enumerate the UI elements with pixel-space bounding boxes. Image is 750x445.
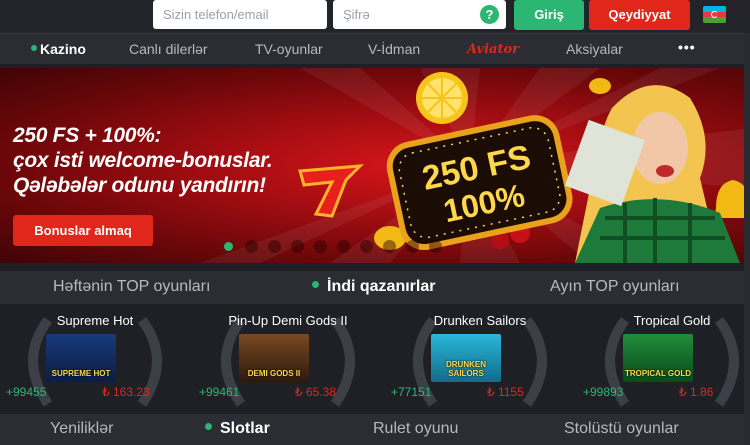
banner-pager-dot[interactable]	[245, 240, 258, 253]
winner-id: +99893	[583, 385, 624, 399]
win-amount: ₺ 163.23	[102, 385, 150, 399]
tab-slots[interactable]: Slotlar	[205, 420, 270, 438]
winners-tabs: Həftənin TOP oyunları İndi qazanırlar Ay…	[0, 271, 750, 304]
auth-bar: Sizin telefon/email Şifrə ? Giriş Qeydiy…	[0, 0, 750, 33]
page-scrollbar[interactable]	[744, 33, 750, 445]
banner-pager-dot[interactable]	[337, 240, 350, 253]
winner-id: +99455	[6, 385, 47, 399]
banner-line-1: 250 FS + 100%:	[13, 124, 162, 147]
banner-line-2: çox isti welcome-bonuslar.	[13, 149, 273, 172]
tab-winning-now[interactable]: İndi qazanırlar	[312, 278, 435, 296]
winner-card[interactable]: Supreme Hot SUPREME HOT +99455 ₺ 163.23	[0, 304, 190, 411]
active-dot-icon	[31, 45, 37, 52]
nav-item-kazino[interactable]: Kazino	[31, 41, 86, 57]
game-thumbnail[interactable]: TROPICAL GOLD	[623, 334, 693, 382]
winners-list: Supreme Hot SUPREME HOT +99455 ₺ 163.23 …	[0, 304, 750, 411]
winner-card[interactable]: Drunken Sailors DRUNKEN SAILORS +77151 ₺…	[385, 304, 575, 411]
get-bonuses-button[interactable]: Bonuslar almaq	[13, 215, 153, 246]
tab-label: Slotlar	[220, 420, 270, 437]
active-dot-icon	[205, 423, 212, 431]
password-help-icon[interactable]: ?	[480, 5, 499, 24]
nav-item-promotions[interactable]: Aksiyalar	[566, 41, 623, 57]
game-name: Supreme Hot	[56, 313, 134, 328]
game-name: Drunken Sailors	[433, 313, 527, 328]
banner-pager-dot[interactable]	[406, 240, 419, 253]
game-thumbnail[interactable]: DEMI GODS II	[239, 334, 309, 382]
banner-pager-dot[interactable]	[291, 240, 304, 253]
azerbaijan-flag-icon[interactable]	[703, 6, 726, 23]
win-amount: ₺ 1155	[487, 385, 524, 399]
winner-card[interactable]: Tropical Gold TROPICAL GOLD +99893 ₺ 1.8…	[577, 304, 750, 411]
promo-banner[interactable]: 250 FS 100% 250 FS + 100%: çox isti welc…	[0, 68, 750, 263]
main-nav: Kazino Canlı dilerlər TV-oyunlar V-İdman…	[0, 33, 750, 64]
banner-pager-dot[interactable]	[314, 240, 327, 253]
banner-pager-dot[interactable]	[268, 240, 281, 253]
game-name: Tropical Gold	[633, 313, 711, 328]
banner-pager-dot[interactable]	[383, 240, 396, 253]
register-button[interactable]: Qeydiyyat	[589, 0, 690, 30]
banner-pager-dot[interactable]	[360, 240, 373, 253]
tab-label: İndi qazanırlar	[327, 278, 436, 295]
banner-pager-dot[interactable]	[429, 240, 442, 253]
game-name: Pin-Up Demi Gods II	[228, 313, 348, 328]
category-tabs: Yeniliklər Slotlar Rulet oyunu Stolüstü …	[0, 414, 750, 445]
winner-card[interactable]: Pin-Up Demi Gods II DEMI GODS II +99461 …	[193, 304, 383, 411]
active-dot-icon	[312, 281, 319, 289]
nav-label: Kazino	[40, 41, 86, 57]
nav-item-live-dealers[interactable]: Canlı dilerlər	[129, 41, 208, 57]
winner-id: +99461	[199, 385, 240, 399]
banner-headline: 250 FS + 100%: çox isti welcome-bonuslar…	[13, 123, 273, 198]
phone-email-input[interactable]: Sizin telefon/email	[153, 0, 327, 29]
win-amount: ₺ 1.86	[679, 385, 714, 399]
login-button[interactable]: Giriş	[514, 0, 584, 30]
tab-table-games[interactable]: Stolüstü oyunlar	[564, 420, 679, 438]
game-thumbnail[interactable]: SUPREME HOT	[46, 334, 116, 382]
win-amount: ₺ 65.38	[295, 385, 336, 399]
tab-new-games[interactable]: Yeniliklər	[50, 420, 113, 438]
nav-item-v-sport[interactable]: V-İdman	[368, 41, 420, 57]
game-thumbnail[interactable]: DRUNKEN SAILORS	[431, 334, 501, 382]
nav-item-aviator[interactable]: Aviator	[467, 42, 519, 57]
banner-pager-dot[interactable]	[224, 242, 233, 251]
winner-id: +77151	[391, 385, 432, 399]
tab-month-top-games[interactable]: Ayın TOP oyunları	[550, 278, 680, 296]
more-menu-icon[interactable]: •••	[678, 39, 696, 55]
banner-line-3: Qələbələr odunu yandırın!	[13, 174, 266, 197]
tab-week-top-games[interactable]: Həftənin TOP oyunları	[53, 278, 210, 296]
tab-roulette[interactable]: Rulet oyunu	[373, 420, 458, 438]
nav-item-tv-games[interactable]: TV-oyunlar	[255, 41, 323, 57]
